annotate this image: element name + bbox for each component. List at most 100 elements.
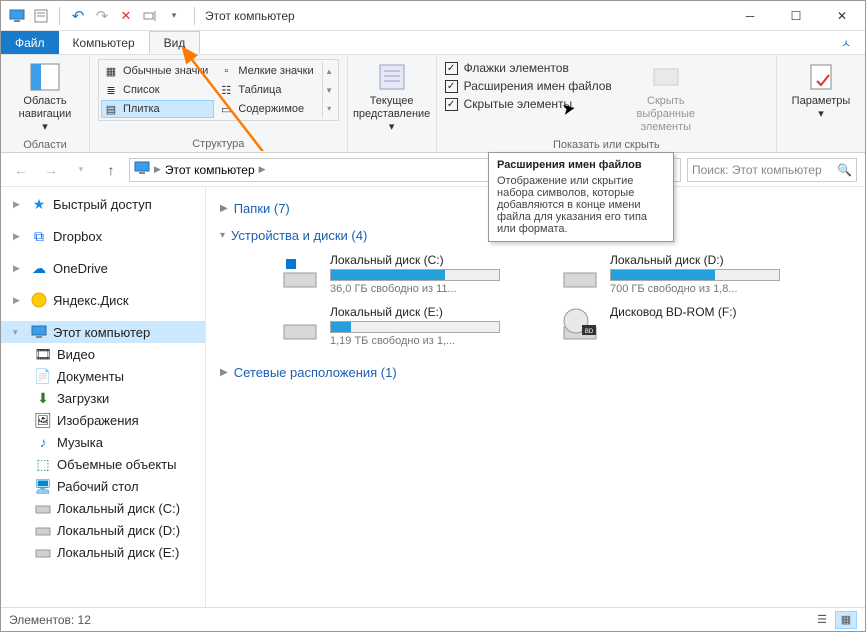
monitor-icon[interactable] (7, 6, 27, 26)
navitem-documents[interactable]: 📄Документы (1, 365, 205, 387)
ribbon-group-panes: Область навигации ▾ Области (1, 55, 90, 152)
minimize-button[interactable]: ─ (727, 1, 773, 31)
star-icon: ★ (31, 196, 47, 212)
navitem-dropbox[interactable]: ▶⧉Dropbox (1, 225, 205, 247)
navitem-desktop[interactable]: 🖥Рабочий стол (1, 475, 205, 497)
download-icon: ⬇ (35, 390, 51, 406)
hide-icon (650, 61, 682, 93)
layout-content[interactable]: ▭Содержимое (216, 100, 319, 118)
collapse-ribbon-button[interactable]: ㅅ (835, 31, 865, 54)
explorer-window: ↶ ↷ ✕ ▾ Этот компьютер ─ ☐ ✕ Файл Компью… (0, 0, 866, 632)
disk-icon (31, 292, 47, 308)
nav-pane-label: Область навигации (11, 95, 79, 121)
recent-dropdown[interactable]: ▾ (69, 158, 93, 182)
gallery-scroll[interactable]: ▲▼▾ (322, 62, 336, 118)
ribbon-tabs: Файл Компьютер Вид ㅅ (1, 31, 865, 55)
pc-icon (31, 324, 47, 340)
drive-icon (35, 522, 51, 538)
tab-file[interactable]: Файл (1, 31, 59, 54)
crumb-current[interactable]: Этот компьютер (165, 163, 255, 177)
content-pane[interactable]: ▶Папки (7) ▾Устройства и диски (4) Локал… (206, 187, 865, 607)
table-icon: ☷ (218, 82, 234, 98)
rename-icon[interactable] (140, 6, 160, 26)
navitem-quick-access[interactable]: ▶★Быстрый доступ (1, 193, 205, 215)
redo-icon[interactable]: ↷ (92, 6, 112, 26)
search-input[interactable]: Поиск: Этот компьютер 🔍 (687, 158, 857, 182)
search-icon[interactable]: 🔍 (837, 163, 852, 177)
up-button[interactable]: ↑ (99, 158, 123, 182)
usage-bar (330, 269, 500, 281)
options-button[interactable]: Параметры ▾ (785, 59, 857, 123)
maximize-button[interactable]: ☐ (773, 1, 819, 31)
options-label: Параметры (792, 95, 851, 108)
chevron-right-icon[interactable]: ▶ (152, 164, 163, 175)
group-label-layout: Структура (98, 136, 339, 152)
properties-icon[interactable] (31, 6, 51, 26)
bdrom-icon: BD (560, 305, 600, 345)
tiles-view-button[interactable]: ▦ (835, 611, 857, 629)
layout-tiles[interactable]: ▤Плитка (101, 100, 214, 118)
drive-c[interactable]: Локальный диск (C:) 36,0 ГБ свободно из … (280, 253, 500, 295)
ribbon: Область навигации ▾ Области ▦Обычные зна… (1, 55, 865, 153)
drive-icon (560, 253, 600, 293)
section-network[interactable]: ▶Сетевые расположения (1) (220, 359, 851, 386)
navitem-downloads[interactable]: ⬇Загрузки (1, 387, 205, 409)
checkbox-file-extensions[interactable]: ✓Расширения имен файлов (445, 77, 612, 95)
ribbon-group-current-view: Текущее представление▾ (348, 55, 437, 152)
navitem-3d-objects[interactable]: ⬚Объемные объекты (1, 453, 205, 475)
layout-medium-icons[interactable]: ▦Обычные значки (101, 62, 214, 80)
cloud-icon: ☁ (31, 260, 47, 276)
desktop-icon: 🖥 (35, 478, 51, 494)
layout-small-icons[interactable]: ▫Мелкие значки (216, 62, 319, 80)
layout-gallery[interactable]: ▦Обычные значки ≣Список ▤Плитка ▫Мелкие … (98, 59, 339, 121)
drive-f[interactable]: BD Дисковод BD-ROM (F:) (560, 305, 780, 347)
drive-icon (35, 544, 51, 560)
current-view-button[interactable]: Текущее представление▾ (356, 59, 428, 137)
chevron-right-icon[interactable]: ▶ (13, 295, 25, 306)
ribbon-group-options: Параметры ▾ (777, 55, 865, 152)
tooltip-body: Отображение или скрытие набора символов,… (497, 175, 665, 235)
drive-icon (280, 305, 320, 345)
chevron-right-icon[interactable]: ▶ (13, 263, 25, 274)
navitem-local-d[interactable]: Локальный диск (D:) (1, 519, 205, 541)
svg-text:BD: BD (585, 329, 594, 335)
navitem-local-e[interactable]: Локальный диск (E:) (1, 541, 205, 563)
navigation-pane-button[interactable]: Область навигации ▾ (9, 59, 81, 137)
chevron-right-icon[interactable]: ▶ (257, 164, 268, 175)
checkbox-hidden-items[interactable]: ✓Скрытые элементы (445, 95, 612, 113)
tab-computer[interactable]: Компьютер (59, 31, 149, 54)
separator (59, 7, 60, 25)
drive-d[interactable]: Локальный диск (D:) 700 ГБ свободно из 1… (560, 253, 780, 295)
undo-icon[interactable]: ↶ (68, 6, 88, 26)
navitem-local-c[interactable]: Локальный диск (C:) (1, 497, 205, 519)
checkbox-item-flags[interactable]: ✓Флажки элементов (445, 59, 612, 77)
layout-list[interactable]: ≣Список (101, 81, 214, 99)
back-button[interactable]: ← (9, 158, 33, 182)
navigation-pane[interactable]: ▶★Быстрый доступ ▶⧉Dropbox ▶☁OneDrive ▶Я… (1, 187, 206, 607)
current-view-icon (376, 61, 408, 93)
status-bar: Элементов: 12 ☰ ▦ (1, 607, 865, 631)
drive-e[interactable]: Локальный диск (E:) 1,19 ТБ свободно из … (280, 305, 500, 347)
navitem-onedrive[interactable]: ▶☁OneDrive (1, 257, 205, 279)
close-button[interactable]: ✕ (819, 1, 865, 31)
forward-button[interactable]: → (39, 158, 63, 182)
navitem-music[interactable]: ♪Музыка (1, 431, 205, 453)
search-placeholder: Поиск: Этот компьютер (692, 163, 822, 177)
navitem-yandex[interactable]: ▶Яндекс.Диск (1, 289, 205, 311)
navitem-pictures[interactable]: 🖼Изображения (1, 409, 205, 431)
chevron-right-icon: ▶ (220, 203, 228, 214)
group-label-spacer (356, 137, 428, 153)
tab-view[interactable]: Вид (149, 31, 201, 54)
delete-icon[interactable]: ✕ (116, 6, 136, 26)
details-view-button[interactable]: ☰ (811, 611, 833, 629)
chevron-right-icon[interactable]: ▶ (13, 231, 25, 242)
group-label-show-hide: Показать или скрыть (445, 137, 768, 153)
current-view-label: Текущее представление (353, 95, 430, 121)
layout-details[interactable]: ☷Таблица (216, 81, 319, 99)
navitem-this-pc[interactable]: ▾Этот компьютер (1, 321, 205, 343)
qat-dropdown-icon[interactable]: ▾ (164, 6, 184, 26)
chevron-right-icon[interactable]: ▶ (13, 199, 25, 210)
icons-icon: ▦ (103, 63, 119, 79)
navitem-videos[interactable]: 🎞Видео (1, 343, 205, 365)
chevron-down-icon[interactable]: ▾ (13, 327, 25, 338)
